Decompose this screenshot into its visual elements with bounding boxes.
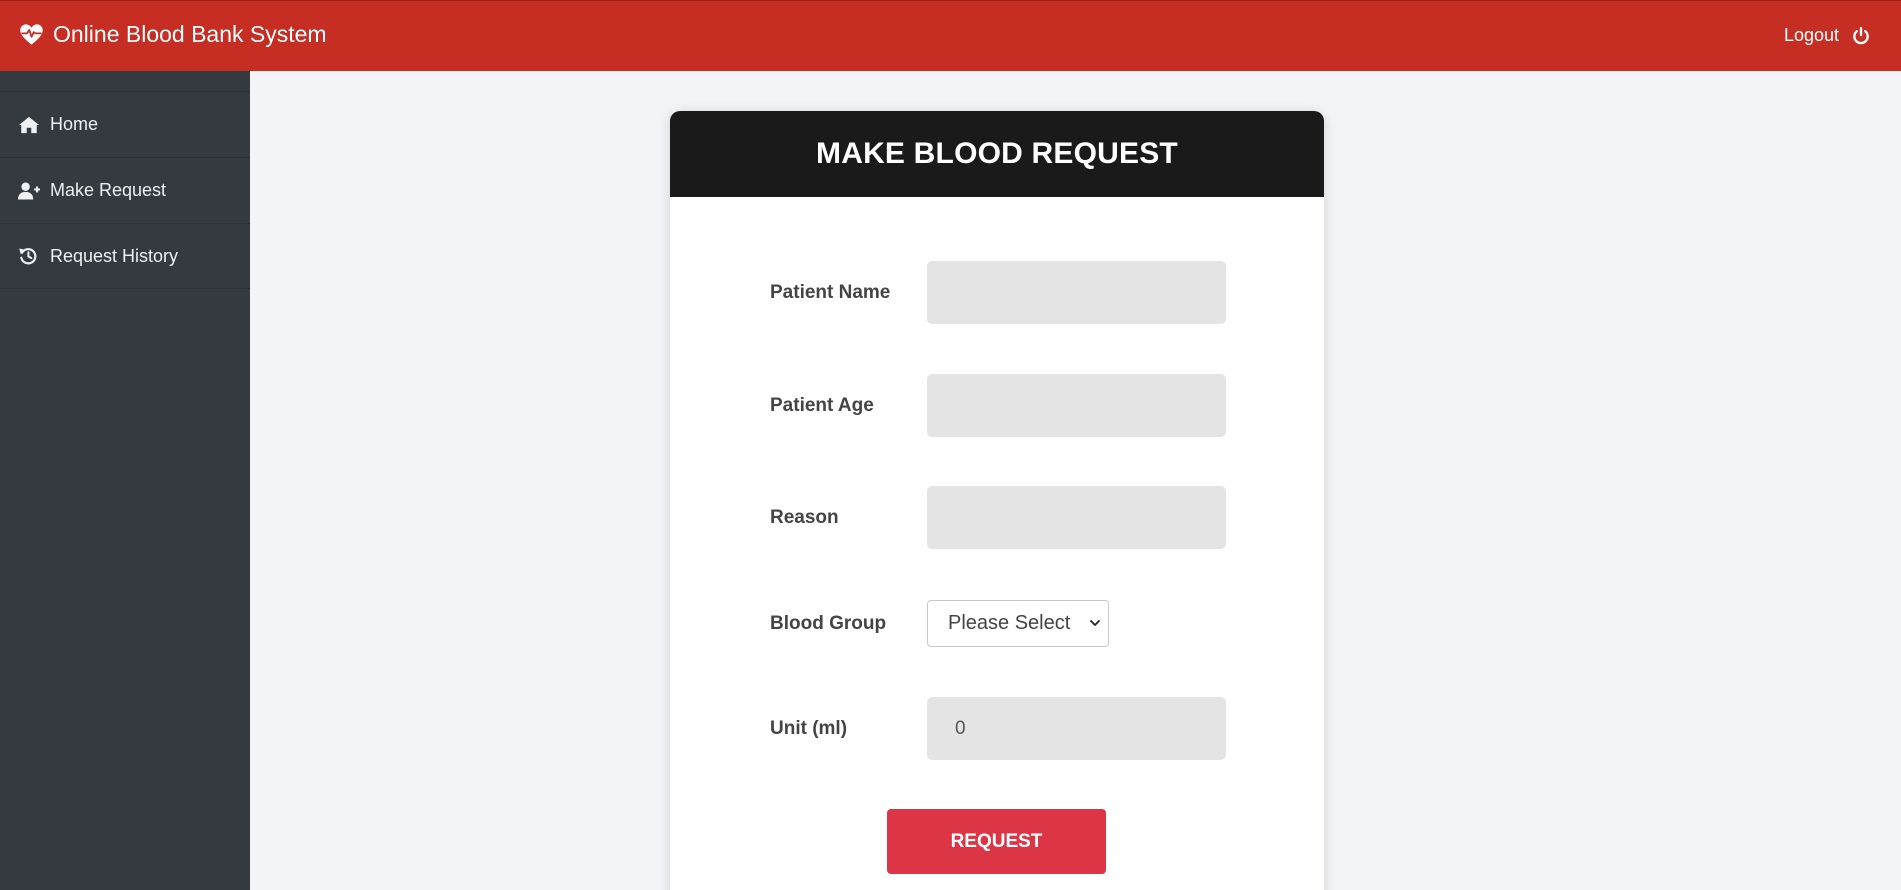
sidebar: Home Make Request Request History <box>0 71 250 890</box>
request-form-card: MAKE BLOOD REQUEST Patient Name Patient … <box>670 111 1324 890</box>
blood-group-select[interactable]: Please Select <box>927 600 1109 647</box>
heartbeat-icon <box>18 21 45 48</box>
reason-row: Reason <box>770 486 1226 549</box>
page-title: MAKE BLOOD REQUEST <box>816 137 1178 170</box>
sidebar-item-home[interactable]: Home <box>0 91 250 157</box>
user-plus-icon <box>18 181 40 201</box>
home-icon <box>18 115 40 135</box>
reason-input[interactable] <box>927 486 1226 549</box>
blood-group-label: Blood Group <box>770 612 887 634</box>
brand-title: Online Blood Bank System <box>53 21 327 47</box>
logout-button[interactable]: Logout <box>1784 25 1871 46</box>
request-button[interactable]: REQUEST <box>887 809 1106 874</box>
sidebar-item-label: Home <box>50 114 99 134</box>
patient-age-input[interactable] <box>927 374 1226 437</box>
unit-input[interactable] <box>927 697 1226 760</box>
brand[interactable]: Online Blood Bank System <box>18 21 327 48</box>
power-icon <box>1851 26 1871 46</box>
reason-label: Reason <box>770 506 839 528</box>
patient-name-row: Patient Name <box>770 261 1226 324</box>
patient-name-label: Patient Name <box>770 281 891 303</box>
sidebar-item-label: Make Request <box>50 180 167 200</box>
unit-label: Unit (ml) <box>770 717 848 739</box>
top-navbar: Online Blood Bank System Logout <box>0 0 1901 71</box>
patient-name-input[interactable] <box>927 261 1226 324</box>
request-button-label: REQUEST <box>950 830 1043 852</box>
blood-group-row: Blood Group Please Select <box>770 600 1109 647</box>
chevron-down-icon <box>1088 616 1102 630</box>
sidebar-item-request-history[interactable]: Request History <box>0 223 250 289</box>
sidebar-item-make-request[interactable]: Make Request <box>0 157 250 223</box>
patient-age-row: Patient Age <box>770 374 1226 437</box>
blood-group-selected-value: Please Select <box>948 612 1071 634</box>
history-icon <box>18 246 40 266</box>
patient-age-label: Patient Age <box>770 394 874 416</box>
card-header: MAKE BLOOD REQUEST <box>670 111 1324 197</box>
logout-label: Logout <box>1783 25 1839 45</box>
sidebar-item-label: Request History <box>50 245 179 266</box>
unit-row: Unit (ml) <box>770 697 1226 760</box>
